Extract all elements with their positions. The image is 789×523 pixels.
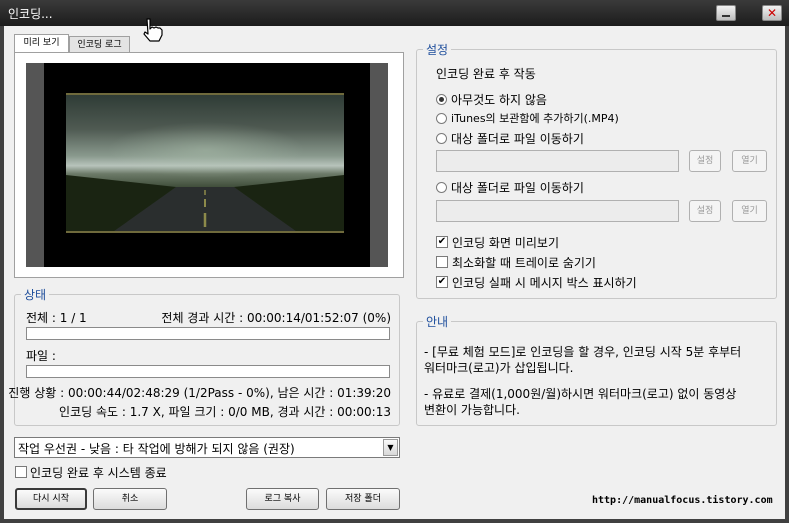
restart-button[interactable]: 다시 시작 — [15, 488, 87, 510]
radio-itunes[interactable] — [436, 113, 447, 124]
video-preview — [26, 63, 388, 267]
priority-select[interactable]: 작업 우선권 - 낮음 : 타 작업에 방해가 되지 않음 (권장) ▼ — [14, 437, 400, 458]
speed-detail: 인코딩 속도 : 1.7 X, 파일 크기 : 0/0 MB, 경과 시간 : … — [59, 405, 391, 419]
footer-url[interactable]: http://manualfocus.tistory.com — [592, 495, 773, 506]
encoding-window: 인코딩... ✕ 미리 보기 인코딩 로그 상태 전체: 1 / 1 전체 경… — [0, 0, 789, 523]
notice-line-1: - [무료 체험 모드]로 인코딩을 할 경우, 인코딩 시작 5분 후부터 — [424, 345, 742, 359]
fail-message-checkbox-label: 인코딩 실패 시 메시지 박스 표시하기 — [452, 276, 637, 290]
total-elapsed: 전체 경과 시간 : 00:00:14/01:52:07 (0%) — [161, 311, 391, 325]
radio-move-folder-2-label: 대상 폴더로 파일 이동하기 — [451, 181, 584, 195]
radio-move-folder-1-label: 대상 폴더로 파일 이동하기 — [451, 132, 584, 146]
notice-group: 안내 - [무료 체험 모드]로 인코딩을 할 경우, 인코딩 시작 5분 후부… — [416, 313, 777, 426]
radio-do-nothing[interactable] — [436, 94, 447, 105]
copy-log-button[interactable]: 로그 복사 — [246, 488, 319, 510]
video-frame — [66, 93, 344, 233]
radio-move-folder-2[interactable] — [436, 182, 447, 193]
title-bar[interactable]: 인코딩... ✕ — [0, 0, 789, 26]
progress-detail: 진행 상황 : 00:00:44/02:48:29 (1/2Pass - 0%)… — [8, 386, 391, 400]
cancel-button[interactable]: 취소 — [93, 488, 167, 510]
client-area: 미리 보기 인코딩 로그 상태 전체: 1 / 1 전체 경과 시간: 00… — [4, 26, 785, 519]
fail-message-checkbox[interactable]: ✔ — [436, 276, 448, 288]
preview-checkbox-label: 인코딩 화면 미리보기 — [452, 236, 559, 250]
total-progress-bar — [26, 327, 390, 340]
notice-line-3: - 유료로 결제(1,000원/월)하시면 워터마크(로고) 없이 동영상 — [424, 387, 737, 401]
road-image — [66, 175, 344, 231]
target-folder-field-1[interactable] — [436, 150, 679, 172]
tab-encoding-log[interactable]: 인코딩 로그 — [69, 36, 130, 53]
after-action-label: 인코딩 완료 후 작동 — [436, 67, 536, 81]
tray-checkbox-label: 최소화할 때 트레이로 숨기기 — [452, 256, 596, 270]
minimize-icon[interactable] — [716, 5, 736, 21]
settings-legend: 설정 — [423, 41, 452, 58]
radio-itunes-label: iTunes의 보관함에 추가하기(.MP4) — [451, 112, 619, 125]
status-group: 상태 전체 : 1 / 1 전체 경과 시간 : 00:00:14/01:52:… — [8, 286, 400, 426]
chevron-down-icon[interactable]: ▼ — [383, 439, 398, 456]
hand-pointer-icon — [143, 18, 163, 42]
notice-legend: 안내 — [423, 313, 452, 330]
open-folder-button-2[interactable]: 열기 — [732, 200, 767, 222]
save-folder-button[interactable]: 저장 폴더 — [326, 488, 400, 510]
preview-panel — [14, 52, 404, 278]
window-title: 인코딩... — [8, 7, 53, 21]
close-icon[interactable]: ✕ — [762, 5, 782, 21]
tab-preview[interactable]: 미리 보기 — [14, 34, 69, 53]
target-folder-field-2[interactable] — [436, 200, 679, 222]
status-legend: 상태 — [21, 286, 50, 303]
preview-checkbox[interactable]: ✔ — [436, 236, 448, 248]
set-folder-button-1[interactable]: 설정 — [689, 150, 721, 172]
file-label: 파일 : — [26, 349, 56, 363]
set-folder-button-2[interactable]: 설정 — [689, 200, 721, 222]
notice-line-4: 변환이 가능합니다. — [424, 403, 520, 417]
tray-checkbox[interactable] — [436, 256, 448, 268]
radio-move-folder-1[interactable] — [436, 133, 447, 144]
priority-value: 작업 우선권 - 낮음 : 타 작업에 방해가 되지 않음 (권장) — [18, 442, 295, 456]
settings-group: 설정 인코딩 완료 후 작동 아무것도 하지 않음 iTunes의 보관함에 추… — [416, 41, 777, 299]
open-folder-button-1[interactable]: 열기 — [732, 150, 767, 172]
notice-line-2: 워터마크(로고)가 삽입됩니다. — [424, 361, 574, 375]
shutdown-checkbox[interactable] — [15, 466, 27, 478]
file-progress-bar — [26, 365, 390, 378]
radio-do-nothing-label: 아무것도 하지 않음 — [451, 93, 547, 107]
shutdown-label: 인코딩 완료 후 시스템 종료 — [30, 466, 167, 480]
total-count: 전체 : 1 / 1 — [26, 311, 87, 325]
